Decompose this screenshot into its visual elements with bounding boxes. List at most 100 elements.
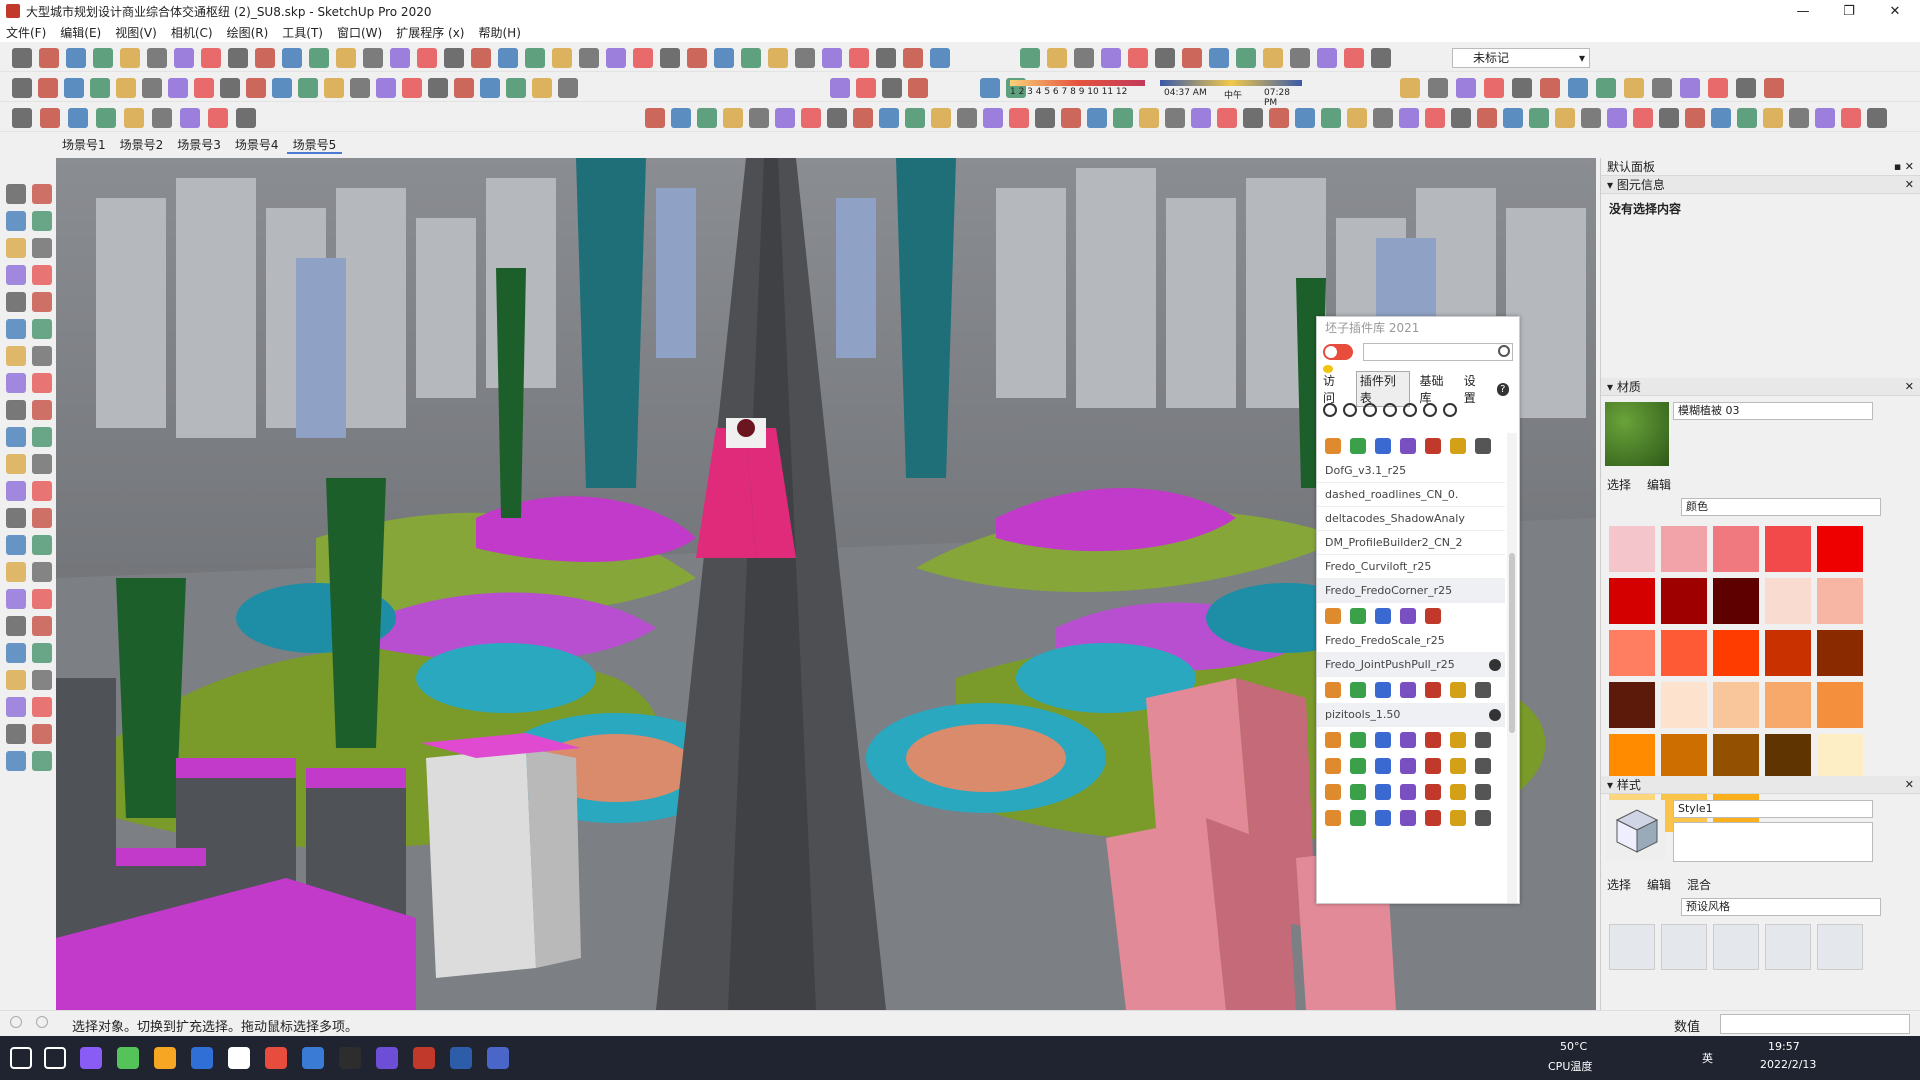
toolbar-tool-icon[interactable] [1009, 108, 1029, 128]
toolbar-tool-icon[interactable] [298, 78, 318, 98]
color-swatch[interactable] [1817, 526, 1863, 572]
color-swatch[interactable] [1765, 526, 1811, 572]
drawing-tool-icon[interactable] [32, 238, 52, 258]
toolbar-tool-icon[interactable] [633, 48, 653, 68]
toolbar-tool-icon[interactable] [64, 78, 84, 98]
color-swatch[interactable] [1609, 682, 1655, 728]
toolbar-tool-icon[interactable] [1128, 48, 1148, 68]
plugin-toggle[interactable] [1323, 344, 1353, 360]
drawing-tool-icon[interactable] [32, 346, 52, 366]
toolbar-tool-icon[interactable] [1529, 108, 1549, 128]
check-icon[interactable] [1489, 659, 1501, 671]
materials-header[interactable]: ▾ 材质 ✕ [1601, 378, 1920, 396]
maximize-button[interactable]: ❐ [1826, 0, 1872, 22]
toolbar-tool-icon[interactable] [1867, 108, 1887, 128]
toolbar-tool-icon[interactable] [116, 78, 136, 98]
toolbar-tool-icon[interactable] [697, 108, 717, 128]
drawing-tool-icon[interactable] [32, 454, 52, 474]
drawing-tool-icon[interactable] [32, 265, 52, 285]
toolbar-tool-icon[interactable] [579, 48, 599, 68]
refresh-icon[interactable] [1363, 403, 1377, 417]
drawing-tool-icon[interactable] [6, 346, 26, 366]
plugin-tool-icon[interactable] [1475, 438, 1491, 454]
toolbar-tool-icon[interactable] [1456, 78, 1476, 98]
scene-tab-4[interactable]: 场景号4 [229, 134, 285, 154]
plugin-tool-icon[interactable] [1400, 784, 1416, 800]
drawing-tool-icon[interactable] [6, 481, 26, 501]
color-swatch[interactable] [1713, 630, 1759, 676]
style-thumbnail[interactable] [1765, 924, 1811, 970]
toolbar-tool-icon[interactable] [558, 78, 578, 98]
month-slider[interactable] [1010, 80, 1145, 86]
toolbar-tool-icon[interactable] [1624, 78, 1644, 98]
plugin-list-item[interactable]: deltacodes_ShadowAnaly [1317, 507, 1505, 531]
toolbar-tool-icon[interactable] [363, 48, 383, 68]
color-swatch[interactable] [1817, 578, 1863, 624]
toolbar-tool-icon[interactable] [853, 108, 873, 128]
toolbar-tool-icon[interactable] [272, 78, 292, 98]
toolbar-tool-icon[interactable] [208, 108, 228, 128]
plugin-tool-icon[interactable] [1350, 784, 1366, 800]
plugin-tool-icon[interactable] [1475, 810, 1491, 826]
close-icon[interactable]: ✕ [1905, 176, 1914, 194]
style-description-field[interactable] [1673, 822, 1873, 862]
pin-icon[interactable]: ▪ ✕ [1894, 158, 1914, 176]
color-swatch[interactable] [1661, 526, 1707, 572]
menu-view[interactable]: 视图(V) [115, 24, 157, 41]
style-library-dropdown[interactable]: 预设风格 [1681, 898, 1881, 916]
toolbar-tool-icon[interactable] [40, 108, 60, 128]
minimize-button[interactable]: — [1780, 0, 1826, 22]
toolbar-tool-icon[interactable] [1371, 48, 1391, 68]
styles-header[interactable]: ▾ 样式 ✕ [1601, 776, 1920, 794]
toolbar-tool-icon[interactable] [336, 48, 356, 68]
toolbar-tool-icon[interactable] [1317, 48, 1337, 68]
toolbar-tool-icon[interactable] [1764, 78, 1784, 98]
toolbar-tool-icon[interactable] [525, 48, 545, 68]
add-icon[interactable] [1323, 403, 1337, 417]
color-swatch[interactable] [1817, 682, 1863, 728]
toolbar-tool-icon[interactable] [428, 78, 448, 98]
toolbar-tool-icon[interactable] [1101, 48, 1121, 68]
plugin-tool-icon[interactable] [1400, 732, 1416, 748]
clock-icon[interactable] [1383, 403, 1397, 417]
taskbar-app-icon[interactable] [339, 1047, 361, 1069]
toolbar-tool-icon[interactable] [1139, 108, 1159, 128]
toolbar-tool-icon[interactable] [822, 48, 842, 68]
toolbar-tool-icon[interactable] [1540, 78, 1560, 98]
style-thumbnail[interactable] [1661, 924, 1707, 970]
color-swatch[interactable] [1817, 734, 1863, 780]
style-thumbnail[interactable] [1713, 924, 1759, 970]
plugin-tool-icon[interactable] [1425, 732, 1441, 748]
toolbar-tool-icon[interactable] [1074, 48, 1094, 68]
taskbar-app-icon[interactable] [228, 1047, 250, 1069]
plugin-tool-icon[interactable] [1475, 784, 1491, 800]
color-swatch[interactable] [1661, 682, 1707, 728]
scene-tab-2[interactable]: 场景号2 [114, 134, 170, 154]
plugin-list-item[interactable]: Fredo_JointPushPull_r25 [1317, 653, 1505, 677]
toolbar-tool-icon[interactable] [1020, 48, 1040, 68]
plugin-tool-icon[interactable] [1375, 732, 1391, 748]
plugin-tool-icon[interactable] [1325, 810, 1341, 826]
toolbar-tool-icon[interactable] [983, 108, 1003, 128]
plugin-search-input[interactable] [1363, 343, 1513, 361]
toolbar-tool-icon[interactable] [1555, 108, 1575, 128]
tag-dropdown[interactable]: 未标记 ▾ [1452, 48, 1590, 68]
toolbar-tool-icon[interactable] [1347, 108, 1367, 128]
toolbar-tool-icon[interactable] [1652, 78, 1672, 98]
toolbar-tool-icon[interactable] [444, 48, 464, 68]
toolbar-tool-icon[interactable] [1477, 108, 1497, 128]
toolbar-tool-icon[interactable] [142, 78, 162, 98]
plugin-tool-icon[interactable] [1375, 784, 1391, 800]
color-swatch[interactable] [1609, 734, 1655, 780]
taskbar-app-icon[interactable] [80, 1047, 102, 1069]
toolbar-tool-icon[interactable] [1680, 78, 1700, 98]
info-icon[interactable] [36, 1016, 48, 1028]
toolbar-tool-icon[interactable] [1484, 78, 1504, 98]
color-swatch[interactable] [1609, 630, 1655, 676]
toolbar-tool-icon[interactable] [471, 48, 491, 68]
drawing-tool-icon[interactable] [32, 373, 52, 393]
toolbar-tool-icon[interactable] [1035, 108, 1055, 128]
menu-extensions[interactable]: 扩展程序 (x) [396, 24, 464, 41]
plugin-tool-icon[interactable] [1325, 784, 1341, 800]
toolbar-tool-icon[interactable] [827, 108, 847, 128]
